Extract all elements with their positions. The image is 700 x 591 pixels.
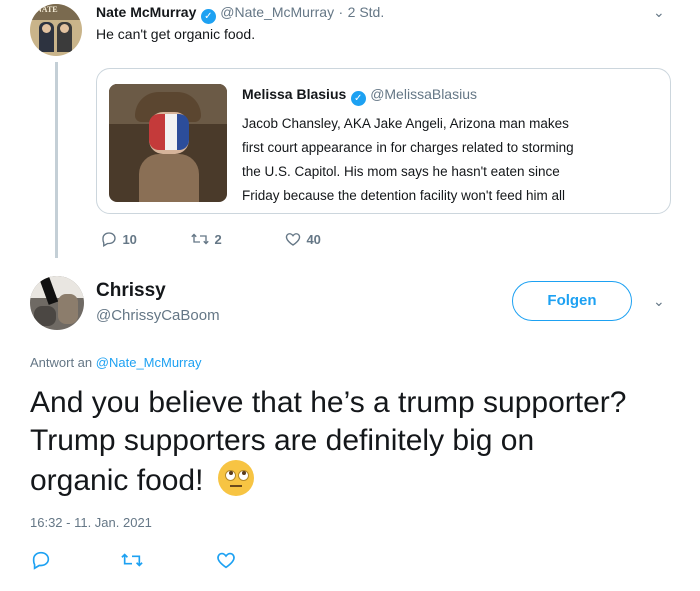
chevron-down-icon[interactable]: ⌄ — [653, 4, 665, 21]
reply-icon — [32, 551, 50, 570]
timestamp[interactable]: 16:32 - 11. Jan. 2021 — [30, 515, 152, 530]
like-action[interactable] — [215, 549, 237, 576]
separator-dot: · — [338, 4, 344, 20]
retweet-action[interactable]: 2 — [190, 230, 222, 249]
like-count: 40 — [306, 232, 321, 247]
thread-line — [55, 62, 58, 258]
tweet-line: And you believe that he’s a trump suppor… — [30, 386, 627, 419]
quoted-author-name[interactable]: Melissa Blasius — [242, 86, 346, 102]
chevron-down-icon[interactable]: ⌄ — [653, 293, 665, 310]
quoted-tweet-image[interactable] — [109, 84, 227, 202]
reply-to-line: Antwort an @Nate_McMurray — [30, 355, 201, 370]
reply-to-handle[interactable]: @Nate_McMurray — [96, 355, 202, 370]
quoted-line: first court appearance in for charges re… — [242, 140, 574, 155]
retweet-icon — [121, 553, 143, 567]
heart-icon — [285, 233, 301, 246]
tweet-text: He can't get organic food. — [96, 26, 256, 42]
reply-icon — [102, 232, 116, 247]
author-handle[interactable]: @ChrissyCaBoom — [96, 307, 220, 324]
avatar[interactable]: NATE — [30, 4, 82, 56]
time-ago[interactable]: 2 Std. — [348, 4, 385, 20]
avatar-face-right — [60, 24, 69, 33]
eye-roll-emoji-icon — [217, 460, 254, 496]
verified-icon: ✓ — [200, 9, 216, 24]
author-name[interactable]: Chrissy — [96, 280, 166, 302]
retweet-action[interactable] — [120, 549, 144, 576]
quoted-author-handle[interactable]: @MelissaBlasius — [370, 86, 477, 102]
reply-action[interactable] — [30, 549, 52, 576]
quoted-line: the U.S. Capitol. His mom says he hasn't… — [242, 164, 560, 179]
follow-button[interactable]: Folgen — [512, 281, 632, 321]
main-tweet-text: And you believe that he’s a trump suppor… — [30, 384, 690, 500]
reply-to-prefix: Antwort an — [30, 355, 93, 370]
quoted-tweet-text: Jacob Chansley, AKA Jake Angeli, Arizona… — [242, 112, 657, 208]
avatar-text: NATE — [36, 5, 58, 14]
quoted-line: Jacob Chansley, AKA Jake Angeli, Arizona… — [242, 116, 569, 131]
author-handle[interactable]: @Nate_McMurray — [220, 4, 334, 20]
tweet-line: organic food! — [30, 464, 204, 497]
reply-count: 10 — [122, 232, 137, 247]
avatar[interactable] — [30, 276, 84, 330]
verified-icon: ✓ — [350, 91, 366, 106]
quoted-line: Friday because the detention facility wo… — [242, 188, 566, 203]
tweet-line-last: organic food! — [30, 460, 690, 500]
retweet-count: 2 — [214, 232, 222, 247]
heart-icon — [217, 552, 235, 569]
reply-action[interactable]: 10 — [100, 230, 137, 249]
tweet-header: Nate McMurray ✓ @Nate_McMurray · 2 Std. — [96, 4, 384, 24]
author-name[interactable]: Nate McMurray — [96, 4, 196, 20]
tweet-line: Trump supporters are definitely big on — [30, 424, 535, 457]
retweet-icon — [191, 233, 209, 245]
quoted-tweet-header: Melissa Blasius ✓ @MelissaBlasius — [242, 86, 477, 106]
avatar-face-left — [42, 24, 51, 33]
like-action[interactable]: 40 — [284, 230, 321, 249]
